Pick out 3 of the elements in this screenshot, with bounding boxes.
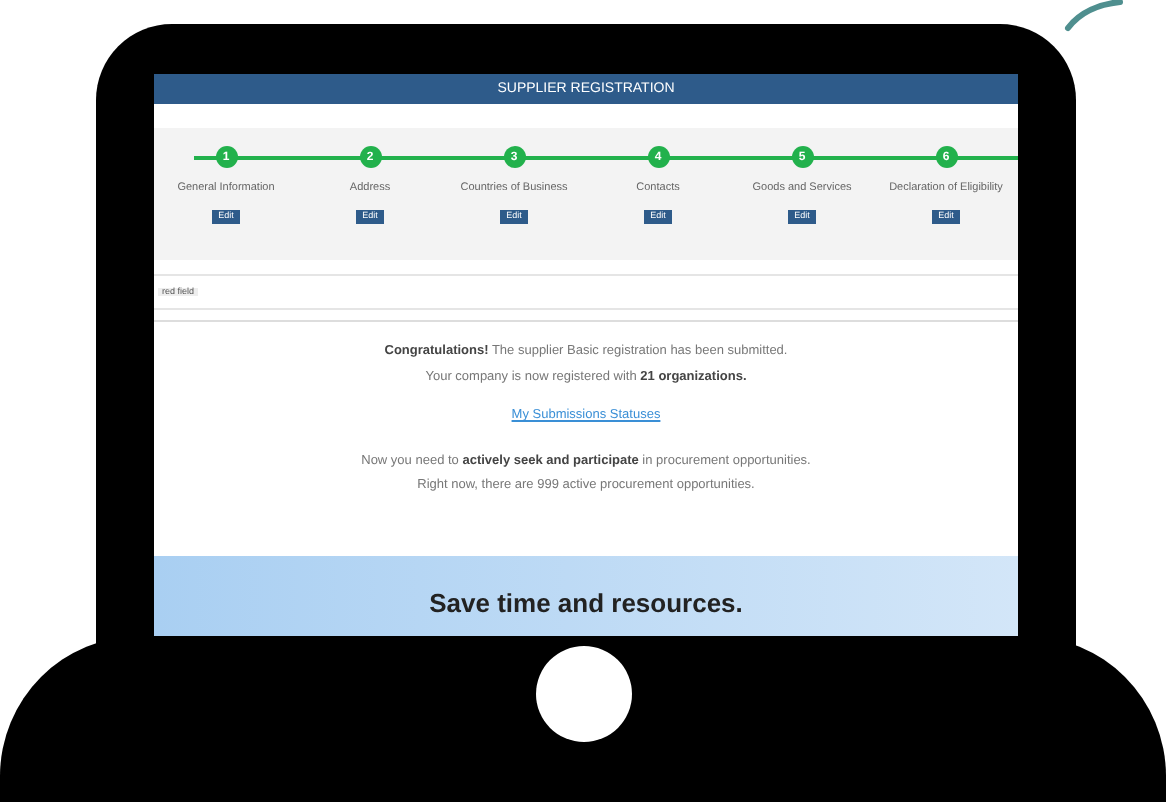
curve-decoration [1064, 0, 1124, 32]
round-button-icon [535, 646, 631, 742]
banner-title: Save time and resources. [429, 590, 743, 622]
